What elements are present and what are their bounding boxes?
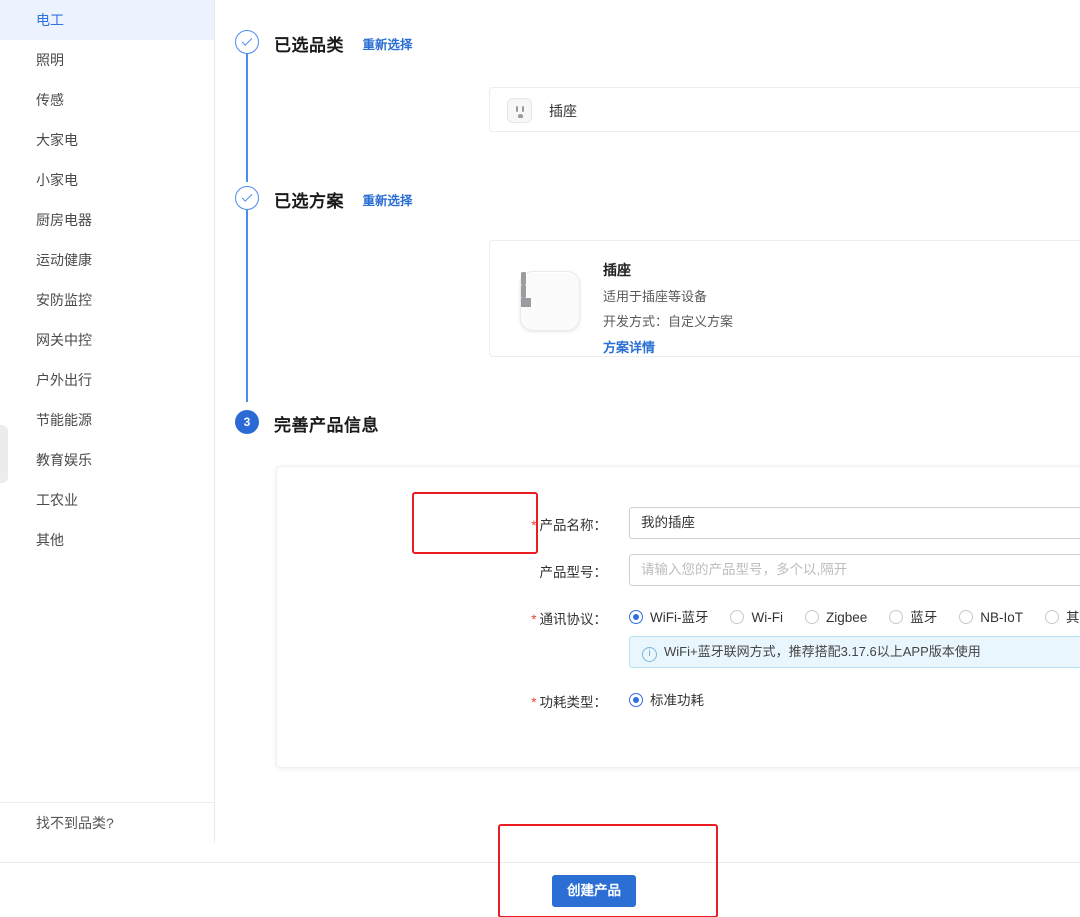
plan-dev-mode: 开发方式：自定义方案 [603, 314, 734, 329]
protocol-radio-0[interactable] [629, 610, 643, 624]
step-2-title: 已选方案 [274, 192, 344, 211]
protocol-label-4: NB-IoT [980, 610, 1024, 625]
sidebar-item-12[interactable]: 工农业 [0, 480, 214, 520]
protocol-label-5: 其他 [1066, 610, 1080, 625]
product-name-label-text: 产品名称： [539, 518, 608, 533]
plan-name: 插座 [603, 262, 631, 278]
protocol-label-text: 通讯协议： [539, 612, 608, 627]
power-type-radio-group: 标准功耗 [629, 689, 726, 710]
sidebar-item-4[interactable]: 小家电 [0, 160, 214, 200]
selected-plan-card[interactable]: 插座 适用于插座等设备 开发方式：自定义方案 方案详情 [489, 240, 1080, 357]
protocol-info-alert: i WiFi+蓝牙联网方式，推荐搭配3.17.6以上APP版本使用 [629, 636, 1080, 668]
sidebar-item-13[interactable]: 其他 [0, 520, 214, 560]
sidebar-item-1[interactable]: 照明 [0, 40, 214, 80]
product-name-input[interactable]: 我的插座 [629, 507, 1080, 539]
required-asterisk: * [531, 612, 537, 627]
step-3-title: 完善产品信息 [274, 416, 379, 435]
protocol-label-0: WiFi-蓝牙 [650, 610, 709, 625]
protocol-option-1[interactable]: Wi-Fi [730, 609, 804, 626]
socket-icon-large [520, 271, 580, 331]
power-type-label-text: 功耗类型： [539, 695, 608, 710]
protocol-label-1: Wi-Fi [751, 610, 783, 625]
product-info-form-card: * 产品名称： 我的插座 产品型号： 请输入您的产品型号，多个以,隔开 * 通讯协议… [276, 466, 1080, 768]
sidebar-item-3[interactable]: 大家电 [0, 120, 214, 160]
protocol-radio-3[interactable] [889, 610, 904, 624]
sidebar-item-0[interactable]: 电工 [0, 0, 214, 40]
step-2-reselect-link[interactable]: 重新选择 [362, 194, 412, 208]
step-3-header: 完善产品信息 [274, 411, 379, 436]
socket-icon-small [507, 98, 532, 123]
protocol-alert-text: WiFi+蓝牙联网方式，推荐搭配3.17.6以上APP版本使用 [664, 644, 981, 659]
protocol-option-3[interactable]: 蓝牙 [889, 609, 959, 626]
selected-category-name: 插座 [549, 103, 577, 119]
sidebar-item-5[interactable]: 厨房电器 [0, 200, 214, 240]
power-type-label: * 功耗类型： [487, 691, 607, 711]
sidebar-item-2[interactable]: 传感 [0, 80, 214, 120]
step-1-header: 已选品类 重新选择 [274, 31, 412, 56]
protocol-radio-5[interactable] [1045, 610, 1060, 624]
protocol-radio-group: WiFi-蓝牙 Wi-Fi Zigbee 蓝牙 NB-IoT 其他 [629, 606, 1080, 627]
protocol-label-2: Zigbee [825, 610, 868, 625]
protocol-radio-4[interactable] [959, 610, 974, 624]
sidebar-item-10[interactable]: 节能能源 [0, 400, 214, 440]
power-type-option-0[interactable]: 标准功耗 [629, 692, 726, 709]
protocol-radio-1[interactable] [730, 610, 745, 624]
category-sidebar: 电工 照明 传感 大家电 小家电 厨房电器 运动健康 安防监控 网关中控 户外出行 节能能源 教育娱乐… [0, 0, 215, 843]
protocol-label: * 通讯协议： [487, 608, 607, 628]
sidebar-item-8[interactable]: 网关中控 [0, 320, 214, 360]
field-row-product-name: * 产品名称： 我的插座 [277, 507, 1080, 539]
product-model-label: 产品型号： [487, 561, 608, 581]
plan-description: 适用于插座等设备 [603, 289, 708, 304]
step-1-check-icon [235, 30, 259, 54]
step-1-reselect-link[interactable]: 重新选择 [362, 38, 412, 52]
product-creation-page: 电工 照明 传感 大家电 小家电 厨房电器 运动健康 安防监控 网关中控 户外出行 节能能源 教育娱乐… [0, 0, 1080, 917]
protocol-radio-2[interactable] [804, 610, 819, 624]
info-icon: i [642, 647, 657, 662]
panel-collapse-handle[interactable] [0, 425, 8, 483]
protocol-option-4[interactable]: NB-IoT [959, 609, 1045, 626]
power-type-radio-0[interactable] [629, 693, 643, 707]
product-name-label: * 产品名称： [487, 514, 607, 534]
product-model-input[interactable]: 请输入您的产品型号，多个以,隔开 [629, 554, 1080, 586]
step-rail-2 [246, 210, 248, 402]
required-asterisk: * [531, 695, 537, 710]
field-row-product-model: 产品型号： 请输入您的产品型号，多个以,隔开 [277, 554, 1080, 586]
required-asterisk: * [531, 518, 537, 533]
sidebar-item-6[interactable]: 运动健康 [0, 240, 214, 280]
sidebar-item-11[interactable]: 教育娱乐 [0, 440, 214, 480]
step-2-check-icon [235, 186, 259, 210]
sidebar-item-7[interactable]: 安防监控 [0, 280, 214, 320]
selected-category-card[interactable]: 插座 [489, 87, 1080, 132]
plan-info: 插座 适用于插座等设备 开发方式：自定义方案 方案详情 [603, 260, 733, 356]
step-rail-1 [246, 54, 248, 182]
protocol-label-3: 蓝牙 [910, 610, 938, 625]
create-product-button[interactable]: 创建产品 [552, 875, 636, 907]
step-3-number-badge: 3 [235, 410, 259, 434]
protocol-option-5[interactable]: 其他 [1045, 609, 1080, 626]
product-model-label-text: 产品型号： [539, 565, 608, 580]
plan-detail-link[interactable]: 方案详情 [603, 337, 733, 356]
page-footer [0, 862, 1080, 917]
category-list: 电工 照明 传感 大家电 小家电 厨房电器 运动健康 安防监控 网关中控 户外出行 节能能源 教育娱乐… [0, 0, 214, 560]
protocol-option-0[interactable]: WiFi-蓝牙 [629, 609, 730, 626]
main-content: 已选品类 重新选择 插座 已选方案 重新选择 插座 适用于插座等设备 开发方式：… [215, 0, 1080, 862]
category-sidebar-footer: 找不到品类? [0, 802, 214, 843]
sidebar-item-9[interactable]: 户外出行 [0, 360, 214, 400]
protocol-option-2[interactable]: Zigbee [804, 609, 889, 626]
step-2-header: 已选方案 重新选择 [274, 187, 412, 212]
power-type-label-0: 标准功耗 [650, 693, 704, 708]
sidebar-item-cannot-find-category[interactable]: 找不到品类? [0, 803, 214, 843]
step-1-title: 已选品类 [274, 36, 344, 55]
